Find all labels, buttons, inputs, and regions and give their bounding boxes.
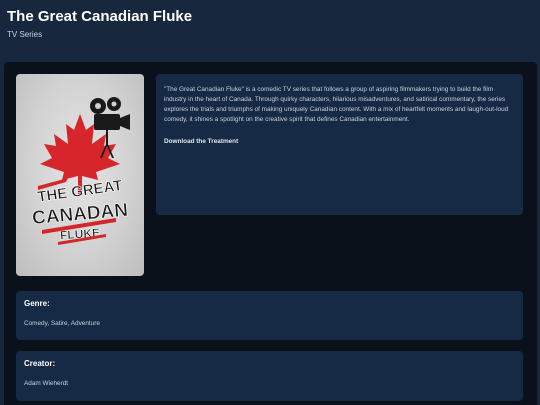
genre-heading: Genre:: [24, 299, 50, 308]
series-description: "The Great Canadian Fluke" is a comedic …: [164, 86, 509, 123]
page-header: The Great Canadian Fluke TV Series: [0, 0, 540, 60]
creator-heading: Creator:: [24, 359, 56, 368]
page-subtitle: TV Series: [7, 30, 43, 39]
creator-card: Creator: Adam Wieherdt: [16, 351, 523, 401]
genre-card: Genre: Comedy, Satire, Adventure: [16, 291, 523, 340]
poster-artwork: THE GREAT CANADAN FLUKE: [31, 97, 130, 245]
description-card: "The Great Canadian Fluke" is a comedic …: [156, 74, 523, 215]
series-poster: THE GREAT CANADAN FLUKE: [16, 74, 144, 276]
creator-value: Adam Wieherdt: [24, 380, 69, 387]
page-title: The Great Canadian Fluke: [7, 8, 193, 25]
genre-value: Comedy, Satire, Adventure: [24, 320, 100, 327]
download-treatment-link[interactable]: Download the Treatment: [164, 138, 238, 145]
